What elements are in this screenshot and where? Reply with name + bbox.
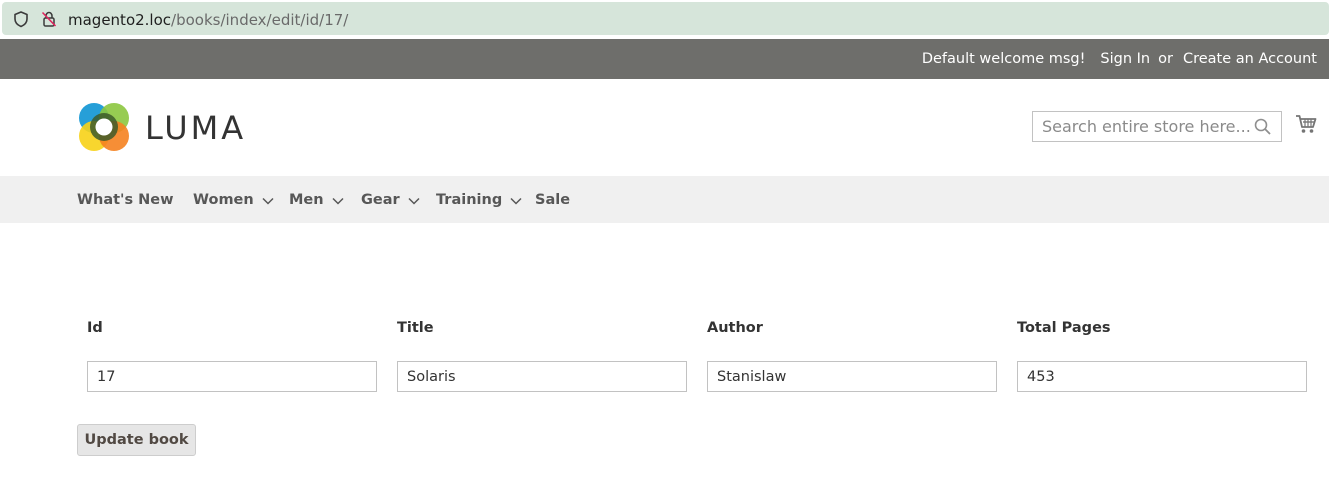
address-bar[interactable]: magento2.loc/books/index/edit/id/17/ [2, 2, 1329, 35]
luma-logo-mark-icon [79, 103, 129, 151]
nav-item-men[interactable]: Men [289, 176, 344, 223]
insecure-lock-icon[interactable] [40, 10, 58, 28]
nav-item-women[interactable]: Women [193, 176, 274, 223]
cart-icon[interactable] [1295, 113, 1317, 135]
author-label: Author [707, 320, 763, 336]
create-account-link[interactable]: Create an Account [1183, 51, 1317, 67]
nav-item-whats-new[interactable]: What's New [77, 176, 174, 223]
author-field[interactable] [707, 361, 997, 392]
total-pages-field[interactable] [1017, 361, 1307, 392]
or-separator: or [1158, 51, 1173, 67]
welcome-message: Default welcome msg! [921, 51, 1086, 67]
search-box [1032, 111, 1282, 142]
title-label: Title [397, 320, 434, 336]
chevron-down-icon [262, 197, 274, 205]
chevron-down-icon [332, 197, 344, 205]
id-label: Id [87, 320, 103, 336]
shield-icon[interactable] [12, 10, 30, 28]
nav-item-label: Sale [535, 191, 571, 208]
browser-toolbar: magento2.loc/books/index/edit/id/17/ [0, 0, 1329, 39]
nav-item-label: Women [193, 191, 254, 208]
update-book-button[interactable]: Update book [77, 424, 196, 456]
search-input[interactable] [1033, 112, 1253, 141]
main-nav: What's New Women Men Gear Training Sale [0, 176, 1329, 223]
nav-item-label: Gear [361, 191, 400, 208]
sign-in-link[interactable]: Sign In [1100, 51, 1150, 67]
id-field[interactable] [87, 361, 377, 392]
header-links: Default welcome msg! Sign In or Create a… [922, 39, 1317, 79]
url-host: magento2.loc [68, 11, 172, 29]
luma-logo-text: LUMA [145, 109, 247, 147]
url-path: /books/index/edit/id/17/ [171, 11, 349, 29]
chevron-down-icon [408, 197, 420, 205]
luma-logo[interactable]: LUMA [78, 101, 248, 153]
search-icon[interactable] [1254, 118, 1271, 135]
url-text[interactable]: magento2.loc/books/index/edit/id/17/ [68, 11, 348, 29]
chevron-down-icon [510, 197, 522, 205]
nav-item-label: Men [289, 191, 324, 208]
title-field[interactable] [397, 361, 687, 392]
nav-item-training[interactable]: Training [436, 176, 522, 223]
nav-item-label: Training [436, 191, 503, 208]
nav-item-label: What's New [77, 191, 174, 208]
total-pages-label: Total Pages [1017, 320, 1111, 336]
nav-item-sale[interactable]: Sale [535, 176, 570, 223]
panel-header: Default welcome msg! Sign In or Create a… [0, 39, 1329, 79]
nav-item-gear[interactable]: Gear [361, 176, 420, 223]
site-header: LUMA [0, 79, 1329, 176]
